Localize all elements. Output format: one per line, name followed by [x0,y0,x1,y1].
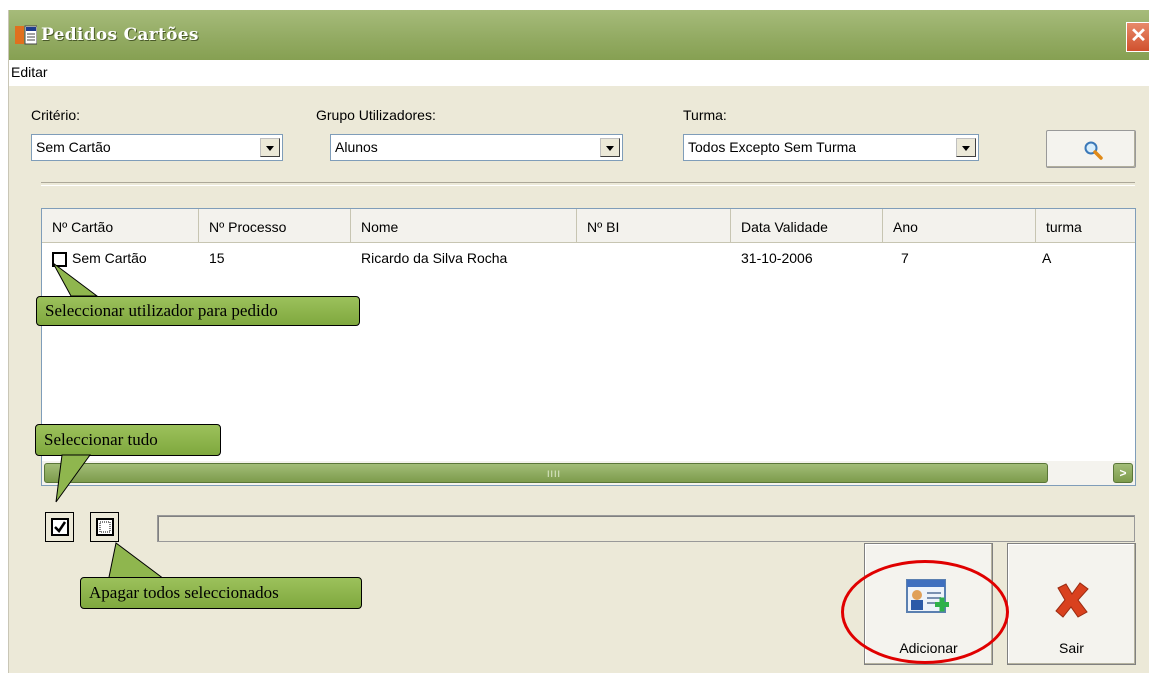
column-header-label: Data Validade [741,219,828,235]
form-window-icon [15,25,37,45]
cell-ano: 7 [901,250,909,266]
clear-all-button[interactable] [90,512,119,542]
red-x-icon [1055,582,1089,618]
column-header-label: Nº Cartão [52,219,114,235]
magnifier-icon [1084,141,1103,160]
grupo-value: Alunos [335,139,378,155]
menu-editar[interactable]: Editar [11,64,48,80]
scrollbar-grip: IIII [547,469,562,479]
callout-select-all: Seleccionar tudo [35,424,221,456]
menu-bar: Editar [9,60,1149,86]
cell-processo: 15 [209,250,225,266]
cell-nome: Ricardo da Silva Rocha [361,250,508,266]
cell-validade: 31-10-2006 [741,250,813,266]
turma-value: Todos Excepto Sem Turma [688,139,857,155]
column-header-bi[interactable]: Nº BI [577,209,731,242]
column-header-validade[interactable]: Data Validade [731,209,883,242]
column-header-ano[interactable]: Ano [883,209,1036,242]
callout-tail [52,262,99,297]
column-header-cartao[interactable]: Nº Cartão [42,209,199,242]
column-header-label: turma [1046,219,1082,235]
callout-tail [55,454,91,503]
column-header-turma[interactable]: turma [1036,209,1135,242]
callout-text: Apagar todos seleccionados [89,583,279,602]
column-header-label: Nome [361,219,399,235]
scroll-right-button[interactable]: > [1113,463,1133,483]
criterio-label: Critério: [31,107,81,123]
window-title: Pedidos Cartões [41,25,199,45]
table-header: Nº Cartão Nº Processo Nome Nº BI Data Va… [42,209,1135,243]
empty-box-icon [96,518,114,536]
turma-select[interactable]: Todos Excepto Sem Turma [683,134,979,161]
chevron-down-icon[interactable] [260,138,280,157]
column-header-label: Nº Processo [209,219,287,235]
sair-button[interactable]: Sair [1007,543,1136,665]
chevron-right-icon: > [1119,466,1127,480]
search-button[interactable] [1046,130,1136,168]
callout-clear-all: Apagar todos seleccionados [80,577,362,609]
turma-label: Turma: [683,107,727,123]
chevron-down-icon[interactable] [600,138,620,157]
callout-text: Seleccionar tudo [44,430,158,449]
window: Pedidos Cartões ✕ Editar Critério: Sem C… [8,10,1149,673]
cell-turma: A [1042,250,1052,266]
highlight-ring [841,560,1009,664]
callout-text: Seleccionar utilizador para pedido [45,301,278,320]
checked-box-icon [51,518,69,536]
criterio-value: Sem Cartão [36,139,111,155]
grupo-label: Grupo Utilizadores: [316,107,436,123]
chevron-down-icon[interactable] [956,138,976,157]
scrollbar-thumb[interactable]: IIII [44,463,1048,483]
column-header-nome[interactable]: Nome [351,209,577,242]
grupo-select[interactable]: Alunos [330,134,623,161]
callout-select-user: Seleccionar utilizador para pedido [36,296,360,326]
progress-bar [157,515,1135,542]
horizontal-scrollbar[interactable]: IIII > [42,461,1135,485]
column-header-label: Ano [893,219,918,235]
select-all-button[interactable] [45,512,74,542]
column-header-processo[interactable]: Nº Processo [199,209,351,242]
title-bar[interactable]: Pedidos Cartões ✕ [9,10,1149,60]
criterio-select[interactable]: Sem Cartão [31,134,283,161]
sair-label: Sair [1059,640,1084,656]
separator [41,182,1135,186]
close-button[interactable]: ✕ [1126,22,1149,52]
column-header-label: Nº BI [587,219,620,235]
close-icon: ✕ [1130,25,1147,47]
